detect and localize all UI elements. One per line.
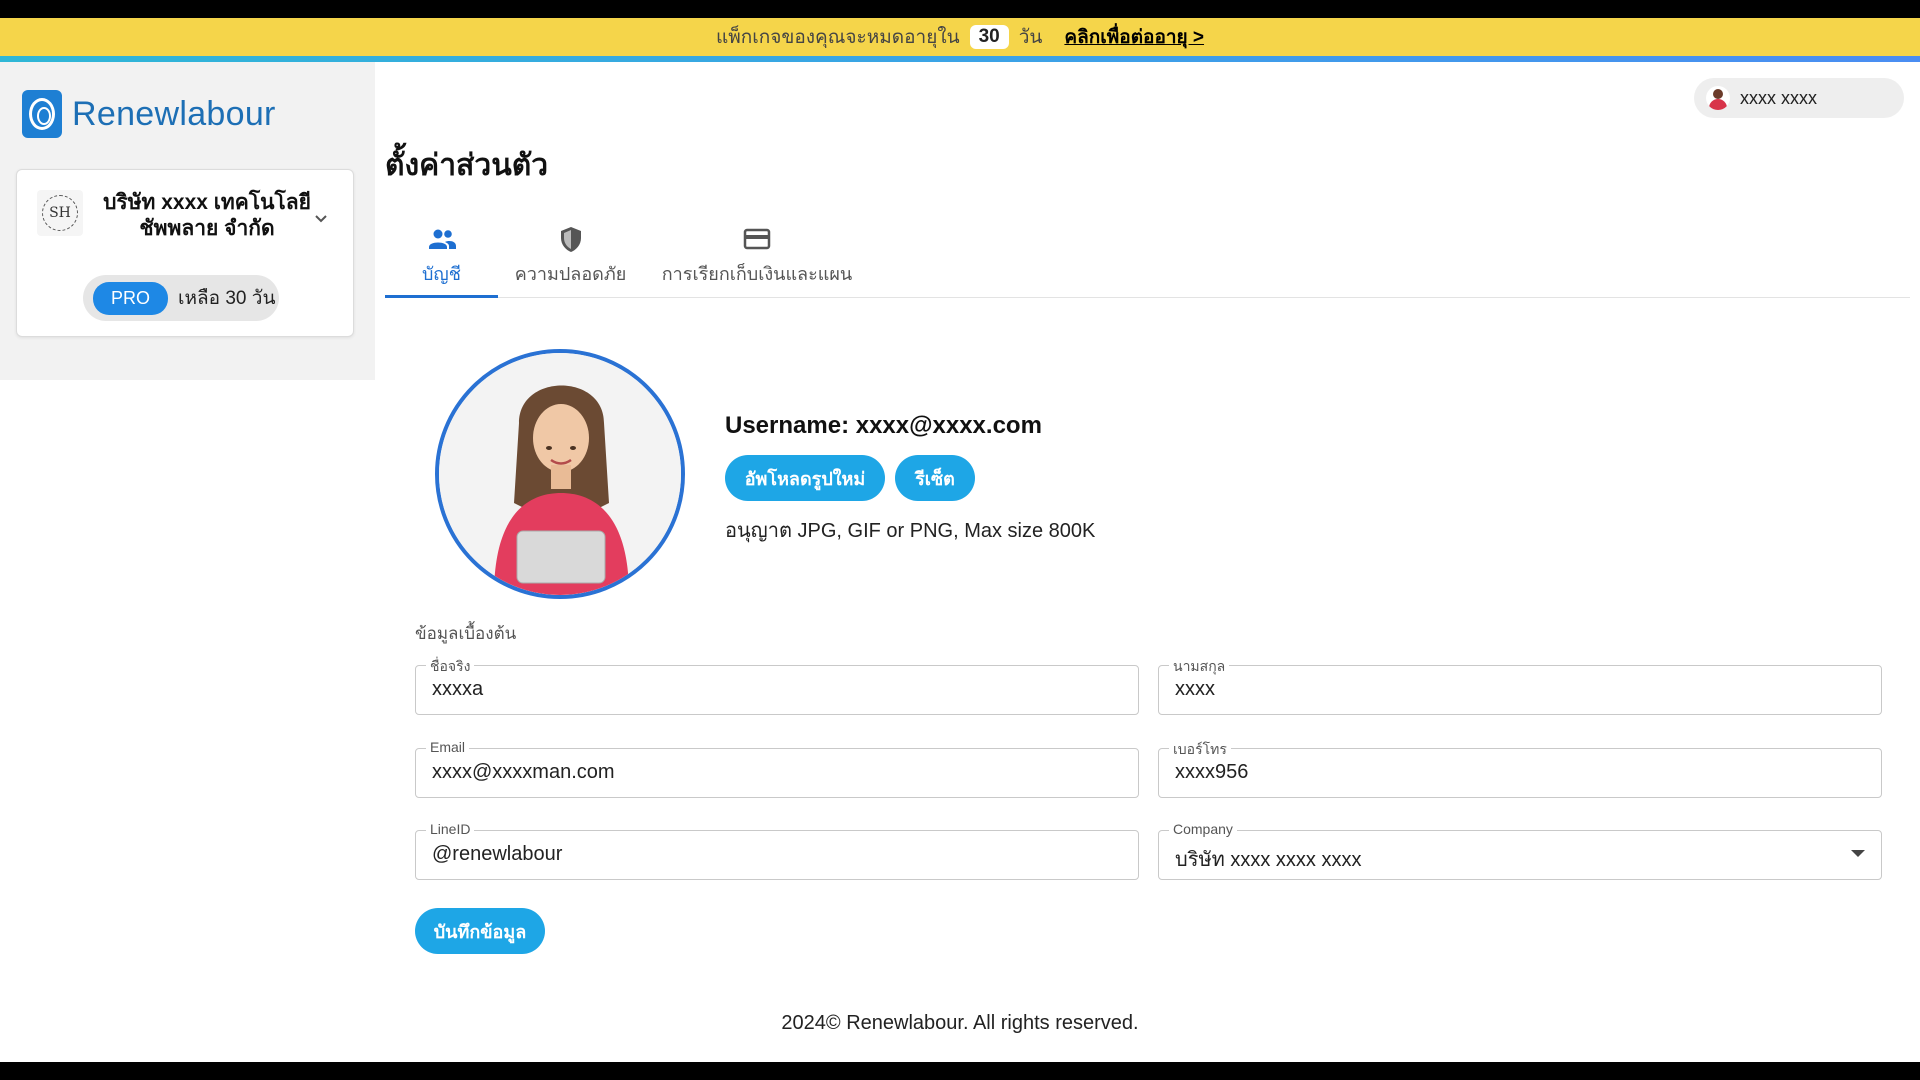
dropdown-arrow-icon[interactable] [1851,850,1865,857]
field-value: @renewlabour [432,843,563,865]
field-label: ชื่อจริง [426,656,475,678]
user-name: xxxx xxxx [1740,87,1818,108]
field-label: นามสกุล [1169,656,1230,678]
user-menu[interactable]: xxxx xxxx [1694,78,1904,118]
avatar [1706,86,1730,110]
app-name: Renewlabour [72,94,276,133]
profile-photo [435,349,685,599]
main-page: Renewlabour SH บริษัท xxxx เทคโนโลยี ชัพ… [0,62,1920,1062]
section-label: ข้อมูลเบื้องต้น [415,624,517,643]
credit-card-icon [743,228,771,250]
footer: 2024© Renewlabour. All rights reserved. [781,1012,1139,1034]
field-value: บริษัท xxxx xxxx xxxx [1175,849,1362,871]
photo-hint: อนุญาต JPG, GIF or PNG, Max size 800K [725,520,1096,542]
field-label: Company [1169,821,1237,837]
page-title: ตั้งค่าส่วนตัว [385,149,549,182]
renew-link[interactable]: คลิกเพื่อต่ออายุ > [1064,22,1204,52]
plan-status: PRO เหลือ 30 วัน [83,275,279,321]
tab-label: การเรียกเก็บเงินและแผน [661,264,853,284]
line-id-field[interactable]: LineID @renewlabour [415,821,1139,880]
sidebar: Renewlabour SH บริษัท xxxx เทคโนโลยี ชัพ… [0,62,375,380]
banner-suffix: วัน [1018,27,1043,48]
save-button[interactable]: บันทึกข้อมูล [415,908,545,954]
bottom-black-bar [0,1062,1920,1080]
field-value: xxxx@xxxxman.com [432,761,615,783]
tab-account[interactable]: บัญชี [385,222,498,298]
phone-field[interactable]: เบอร์โทร xxxx956 [1158,739,1882,798]
field-value: xxxx [1175,678,1215,700]
tab-security[interactable]: ความปลอดภัย [498,222,643,298]
plan-badge: PRO [93,281,169,315]
field-label: เบอร์โทร [1169,739,1231,761]
company-switcher[interactable]: SH บริษัท xxxx เทคโนโลยี ชัพพลาย จำกัด P… [16,169,354,337]
upload-photo-button[interactable]: อัพโหลดรูปใหม่ [725,455,885,501]
field-label: Email [426,739,470,755]
tab-billing[interactable]: การเรียกเก็บเงินและแผน [647,222,867,298]
field-value: xxxx956 [1175,761,1249,783]
username-label: Username: xxxx@xxxx.com [725,412,1042,439]
field-value: xxxxa [432,678,484,700]
first-name-field[interactable]: ชื่อจริง xxxxa [415,656,1139,715]
banner-days: 30 [969,25,1009,49]
profile-photo-image [439,353,681,595]
app-logo[interactable]: Renewlabour [22,90,276,138]
plan-remaining: เหลือ 30 วัน [178,288,276,309]
company-select[interactable]: Company บริษัท xxxx xxxx xxxx [1158,821,1882,880]
fingerprint-icon [22,90,62,138]
tab-label: บัญชี [422,264,461,284]
reset-photo-button[interactable]: รีเซ็ต [895,455,975,501]
banner-prefix: แพ็กเกจของคุณจะหมดอายุใน [715,27,960,48]
email-field[interactable]: Email xxxx@xxxxman.com [415,739,1139,798]
last-name-field[interactable]: นามสกุล xxxx [1158,656,1882,715]
chevron-down-icon[interactable] [313,210,329,226]
company-name: บริษัท xxxx เทคโนโลยี ชัพพลาย จำกัด [103,191,311,240]
users-icon [428,229,456,249]
shield-icon [560,227,581,252]
company-avatar: SH [37,190,83,236]
tab-label: ความปลอดภัย [514,264,627,284]
company-avatar-initials: SH [42,195,78,231]
settings-tabs: บัญชี ความปลอดภัย การเรียกเก็บเงินและแผน [385,222,1910,298]
expiry-banner: แพ็กเกจของคุณจะหมดอายุใน 30 วัน คลิกเพื่… [0,18,1920,56]
field-label: LineID [426,821,475,837]
top-black-bar [0,0,1920,18]
